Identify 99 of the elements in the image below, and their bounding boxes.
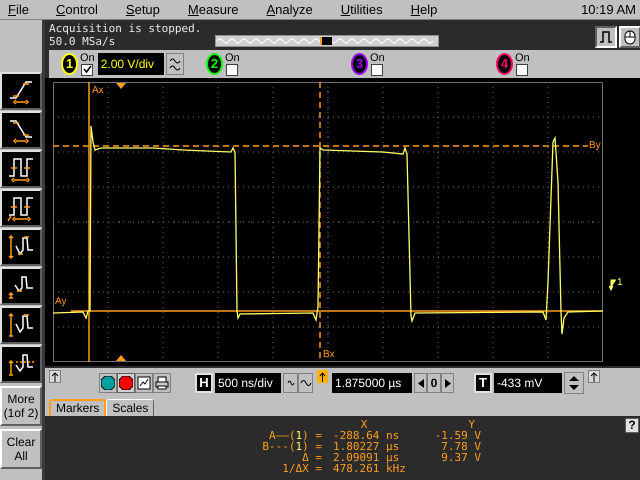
run-icon — [101, 376, 115, 390]
stop-icon — [119, 376, 133, 390]
arrow-up-button[interactable] — [588, 370, 600, 383]
time-reference-icon — [116, 83, 126, 89]
measurement-tool-button[interactable] — [0, 345, 42, 383]
menu-item[interactable]: Help — [402, 0, 446, 20]
autoscale-icon — [137, 376, 151, 390]
trigger-level-spinner[interactable] — [564, 372, 584, 394]
channel-number[interactable]: 4 — [496, 53, 513, 75]
pulse-icon — [599, 30, 613, 44]
menu-item[interactable]: Utilities — [332, 0, 391, 20]
menu-item[interactable]: Analyze — [258, 0, 321, 20]
horizontal-button[interactable]: H — [195, 373, 213, 393]
stop-button[interactable] — [117, 373, 135, 393]
measurement-tool-button[interactable] — [0, 189, 42, 227]
up-down-arrows-icon — [568, 375, 580, 391]
trigger-channel-label: 1 — [617, 278, 623, 288]
time-scale-field[interactable]: 500 ns/div — [215, 373, 281, 393]
marker-y-value: 9.37 V — [440, 452, 482, 463]
sidebar-button[interactable]: More (1of 2) — [0, 386, 42, 426]
tab[interactable]: Markers — [49, 399, 106, 416]
coarse-wave-button[interactable] — [298, 373, 313, 393]
wave-icon — [286, 378, 294, 388]
marker-row-label: A——(1) = — [269, 430, 323, 441]
marker-ay-line[interactable] — [71, 310, 603, 312]
measurement-tool-button[interactable] — [0, 267, 42, 305]
waveform-overview[interactable] — [215, 35, 439, 47]
trigger-level-field[interactable]: -433 mV — [494, 373, 562, 393]
menu-item[interactable]: Setup — [118, 0, 168, 20]
marker-row-label: Δ = — [301, 452, 323, 463]
trigger-level-icon — [609, 278, 617, 292]
clock: 10:19 AM — [581, 0, 637, 19]
autoscale-button[interactable] — [135, 373, 153, 393]
arrow-up-icon — [590, 372, 598, 382]
measurement-tool-button[interactable] — [0, 150, 42, 188]
channel-on-label: On — [370, 52, 385, 64]
measurement-tool-button[interactable] — [0, 306, 42, 344]
marker-x-value: 478.261 kHz — [332, 463, 407, 474]
channel-checkbox[interactable] — [226, 64, 238, 76]
wave-icon — [168, 56, 181, 72]
marker-by-line[interactable] — [53, 145, 588, 147]
sidebar-button[interactable]: Clear All — [0, 429, 42, 469]
top-level-icon — [6, 310, 36, 340]
marker-x-value: 2.09091 µs — [332, 452, 400, 463]
arrow-up-icon — [51, 372, 59, 382]
marker-row-label: B---(1) = — [261, 441, 323, 452]
channel-number[interactable]: 2 — [206, 53, 223, 75]
wave-icon — [300, 378, 312, 388]
marker-label: Ay — [55, 297, 66, 307]
menu-item[interactable]: File — [0, 0, 48, 20]
channel-on-label: On — [225, 52, 240, 64]
right-arrow-icon — [444, 378, 450, 388]
channel-checkbox[interactable] — [371, 64, 384, 76]
status-text: Acquisition is stopped. — [49, 22, 202, 35]
tab[interactable]: Scales — [106, 399, 154, 416]
column-header: Y — [467, 419, 476, 430]
printer-icon — [155, 376, 169, 390]
marker-row-label: 1/ΔX = — [281, 463, 323, 474]
trigger-button[interactable]: T — [474, 373, 492, 393]
marker-label: Ax — [92, 86, 104, 96]
help-button[interactable]: ? — [625, 418, 639, 433]
mouse-icon — [624, 29, 636, 45]
measurement-tool-button[interactable] — [0, 228, 42, 266]
marker-x-value: 1.80227 µs — [332, 441, 400, 452]
checkmark-icon — [82, 65, 92, 74]
channel-on-label: On — [80, 52, 95, 64]
mouse-mode-button[interactable] — [619, 26, 640, 48]
channel-number[interactable]: 1 — [61, 53, 78, 75]
marker-y-value: -1.59 V — [434, 430, 482, 441]
channel-checkbox[interactable] — [516, 64, 528, 76]
delay-reference-icon — [317, 370, 328, 383]
time-reference-icon — [116, 355, 126, 361]
channel-on-label: On — [515, 52, 530, 64]
delay-field[interactable]: 1.875000 µs — [332, 373, 412, 393]
marker-y-value: 7.78 V — [440, 441, 482, 452]
run-button[interactable] — [99, 373, 117, 393]
coupling-button[interactable] — [166, 53, 184, 75]
delay-right-button[interactable] — [441, 373, 454, 393]
fine-wave-button[interactable] — [283, 373, 298, 393]
marker-label: Bx — [323, 350, 335, 360]
delay-zero-button[interactable]: 0 — [427, 373, 441, 393]
channel-scale-field[interactable]: 2.00 V/div — [98, 53, 164, 75]
marker-label: By — [589, 141, 601, 151]
measurement-tool-button[interactable] — [0, 111, 42, 149]
delay-left-button[interactable] — [414, 373, 427, 393]
channel-number[interactable]: 3 — [351, 53, 368, 75]
left-arrow-icon — [418, 378, 424, 388]
channel-checkbox[interactable] — [81, 64, 94, 76]
peak-to-peak-icon — [6, 232, 36, 262]
column-header: X — [360, 419, 368, 430]
status-text: 50.0 MSa/s — [49, 35, 116, 48]
print-button[interactable] — [153, 373, 171, 393]
menu-item[interactable]: Measure — [180, 0, 246, 20]
measurement-tool-button[interactable] — [0, 72, 42, 110]
waveform-mode-button[interactable] — [595, 26, 617, 48]
menu-item[interactable]: Control — [48, 0, 106, 20]
marker-x-value: -288.64 ns — [332, 430, 400, 441]
marker-ax-line[interactable] — [88, 82, 90, 362]
arrow-up-button[interactable] — [49, 370, 61, 383]
